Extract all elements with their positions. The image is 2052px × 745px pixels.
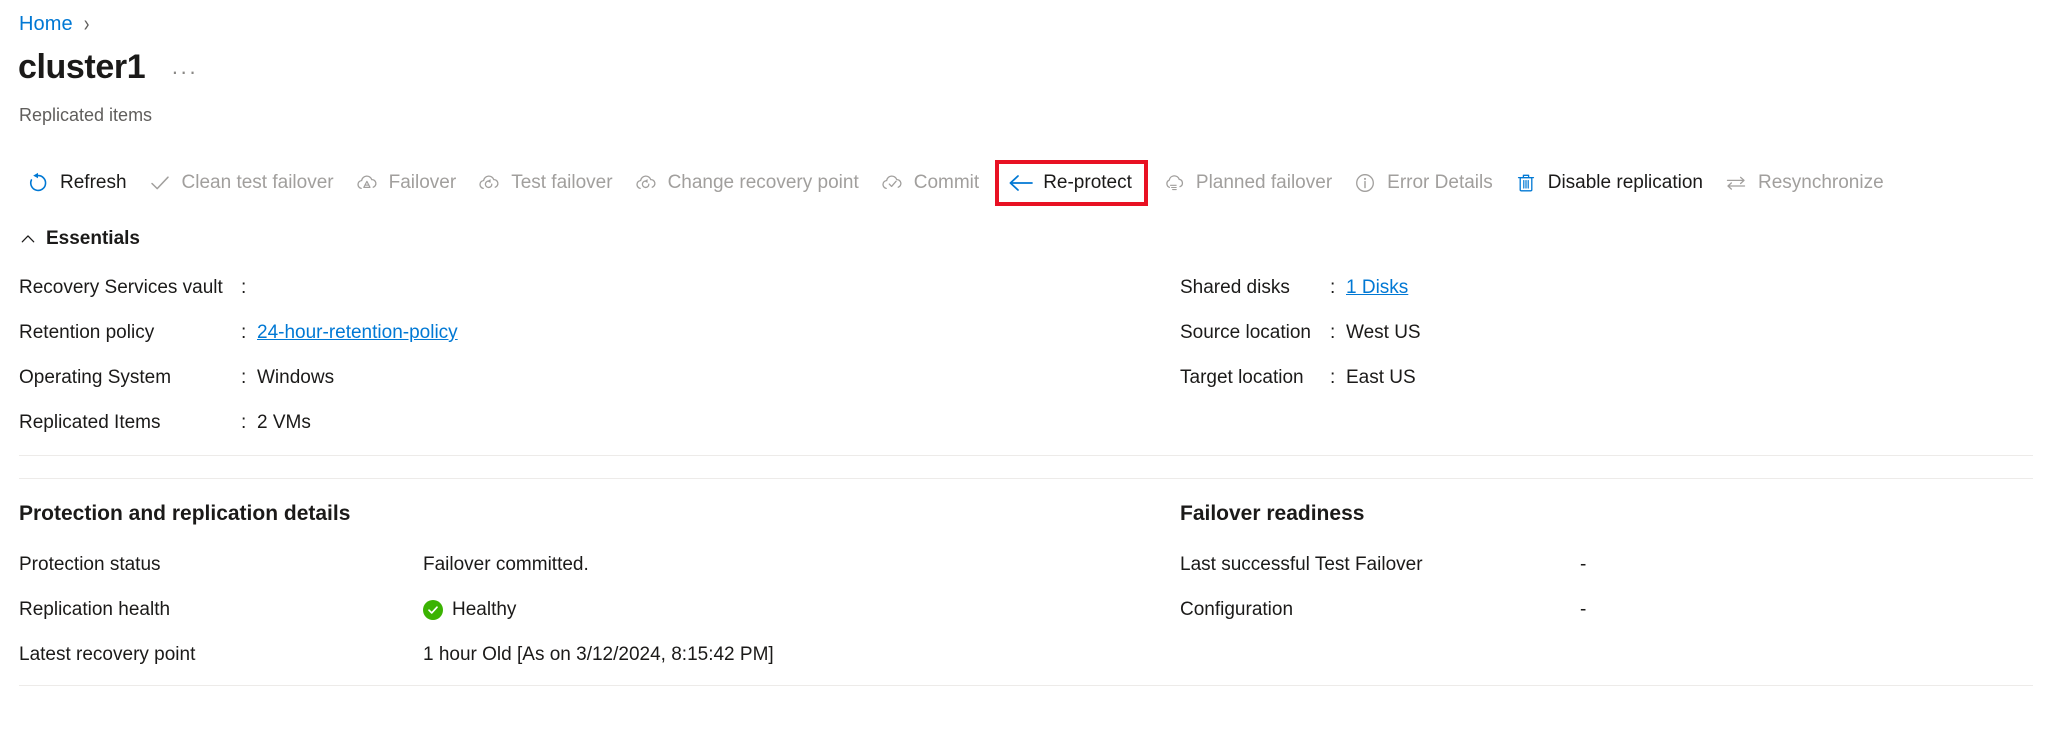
breadcrumb-separator-icon: › [83, 10, 90, 37]
failover-section-title: Failover readiness [1180, 502, 1365, 525]
essentials-row-source-location: Source location : West US [1180, 322, 1780, 367]
breadcrumb: Home › [19, 10, 89, 38]
more-options-ellipsis-icon[interactable]: ··· [171, 61, 197, 83]
toolbar-refresh-label: Refresh [60, 172, 127, 193]
toolbar-error-details-button[interactable]: Error Details [1345, 163, 1503, 203]
info-circle-icon [1351, 171, 1379, 195]
toolbar-disable-replication-label: Disable replication [1547, 172, 1703, 193]
toolbar-resynchronize-button[interactable]: Resynchronize [1716, 163, 1894, 203]
essentials-colon: : [241, 277, 247, 298]
toolbar-error-details-label: Error Details [1387, 172, 1493, 193]
toolbar-re-protect-button[interactable]: Re-protect [995, 160, 1148, 206]
toolbar-test-failover-label: Test failover [511, 172, 613, 193]
toolbar-resynchronize-label: Resynchronize [1757, 172, 1884, 193]
essentials-value: West US [1346, 322, 1421, 343]
toolbar-change-recovery-point-label: Change recovery point [667, 172, 859, 193]
divider-bottom [19, 685, 2033, 686]
protection-row-status: Protection status Failover committed. [19, 542, 1119, 587]
essentials-row-replicated-items: Replicated Items : 2 VMs [19, 412, 579, 457]
protection-value: Failover committed. [423, 553, 589, 575]
trash-icon [1512, 171, 1540, 195]
protection-key: Protection status [19, 553, 161, 575]
essentials-key: Operating System [19, 367, 172, 388]
failover-key: Configuration [1180, 598, 1294, 620]
protection-replication-section: Protection and replication details Prote… [19, 500, 1119, 677]
toolbar-clean-test-failover-label: Clean test failover [181, 172, 334, 193]
essentials-row-retention-policy: Retention policy : 24-hour-retention-pol… [19, 322, 579, 367]
essentials-value: Windows [257, 367, 335, 388]
toolbar-failover-label: Failover [388, 172, 457, 193]
toolbar-commit-button[interactable]: Commit [872, 163, 989, 203]
refresh-icon [24, 171, 52, 195]
failover-row-configuration: Configuration - [1180, 587, 1980, 632]
failover-value: - [1580, 553, 1587, 575]
health-check-icon [423, 599, 443, 620]
divider-top [19, 455, 2033, 456]
azure-replicated-items-page: Home › cluster1 ··· Replicated items Ref… [0, 0, 2052, 745]
toolbar-test-failover-button[interactable]: Test failover [469, 163, 622, 203]
toolbar-commit-label: Commit [913, 172, 980, 193]
retention-policy-link[interactable]: 24-hour-retention-policy [257, 322, 458, 344]
protection-row-latest-recovery-point: Latest recovery point 1 hour Old [As on … [19, 632, 1119, 677]
toolbar-planned-failover-label: Planned failover [1195, 172, 1333, 193]
toolbar-refresh-button[interactable]: Refresh [18, 163, 137, 203]
arrow-left-icon [1007, 171, 1035, 195]
protection-key: Replication health [19, 598, 171, 620]
protection-row-replication-health: Replication health Healthy [19, 587, 1119, 632]
essentials-heading-label: Essentials [46, 228, 140, 249]
toolbar-re-protect-label: Re-protect [1043, 172, 1132, 193]
essentials-collapse-header[interactable]: Essentials [19, 228, 140, 250]
toolbar-planned-failover-button[interactable]: Planned failover [1154, 163, 1342, 203]
toolbar-change-recovery-point-button[interactable]: Change recovery point [626, 163, 869, 203]
toolbar-failover-button[interactable]: Failover [347, 163, 467, 203]
toolbar-disable-replication-button[interactable]: Disable replication [1506, 163, 1713, 203]
essentials-value: 2 VMs [257, 412, 311, 433]
cloud-test-failover-icon [475, 171, 503, 195]
essentials-value: East US [1346, 367, 1416, 388]
page-subtitle: Replicated items [19, 105, 153, 125]
failover-value: - [1580, 598, 1587, 620]
cloud-recovery-point-icon [632, 171, 660, 195]
essentials-left-column: Recovery Services vault : Retention poli… [19, 277, 579, 457]
command-toolbar: Refresh Clean test failover Failover Tes… [18, 160, 1897, 206]
essentials-colon: : [1330, 367, 1336, 388]
health-label: Healthy [452, 598, 517, 620]
resync-arrows-icon [1722, 171, 1750, 195]
essentials-colon: : [241, 412, 247, 433]
essentials-colon: : [241, 367, 247, 388]
essentials-row-shared-disks: Shared disks : 1 Disks [1180, 277, 1780, 322]
divider-second [19, 478, 2033, 479]
title-row: cluster1 ··· [18, 47, 198, 87]
essentials-row-operating-system: Operating System : Windows [19, 367, 579, 412]
essentials-colon: : [1330, 277, 1336, 298]
essentials-key: Recovery Services vault [19, 277, 223, 298]
protection-value: 1 hour Old [As on 3/12/2024, 8:15:42 PM] [423, 643, 774, 665]
checkmark-icon [146, 171, 174, 195]
essentials-colon: : [241, 322, 247, 343]
cloud-commit-icon [878, 171, 906, 195]
failover-key: Last successful Test Failover [1180, 553, 1423, 575]
breadcrumb-home-link[interactable]: Home [19, 10, 73, 38]
protection-section-title: Protection and replication details [19, 502, 351, 525]
failover-readiness-section: Failover readiness Last successful Test … [1180, 500, 1980, 632]
essentials-key: Target location [1180, 367, 1304, 388]
essentials-colon: : [1330, 322, 1336, 343]
shared-disks-link[interactable]: 1 Disks [1346, 277, 1408, 299]
cloud-planned-icon [1160, 171, 1188, 195]
chevron-up-icon [19, 230, 37, 248]
essentials-row-target-location: Target location : East US [1180, 367, 1780, 412]
cloud-failover-icon [353, 171, 381, 195]
essentials-key: Source location [1180, 322, 1311, 343]
essentials-right-column: Shared disks : 1 Disks Source location :… [1180, 277, 1780, 412]
essentials-key: Shared disks [1180, 277, 1290, 298]
essentials-key: Retention policy [19, 322, 155, 343]
essentials-row-recovery-services-vault: Recovery Services vault : [19, 277, 579, 322]
status-badge: Healthy [423, 599, 516, 621]
failover-row-last-successful-test-failover: Last successful Test Failover - [1180, 542, 1980, 587]
page-title: cluster1 [18, 48, 146, 86]
essentials-key: Replicated Items [19, 412, 161, 433]
protection-key: Latest recovery point [19, 643, 196, 665]
toolbar-clean-test-failover-button[interactable]: Clean test failover [140, 163, 344, 203]
